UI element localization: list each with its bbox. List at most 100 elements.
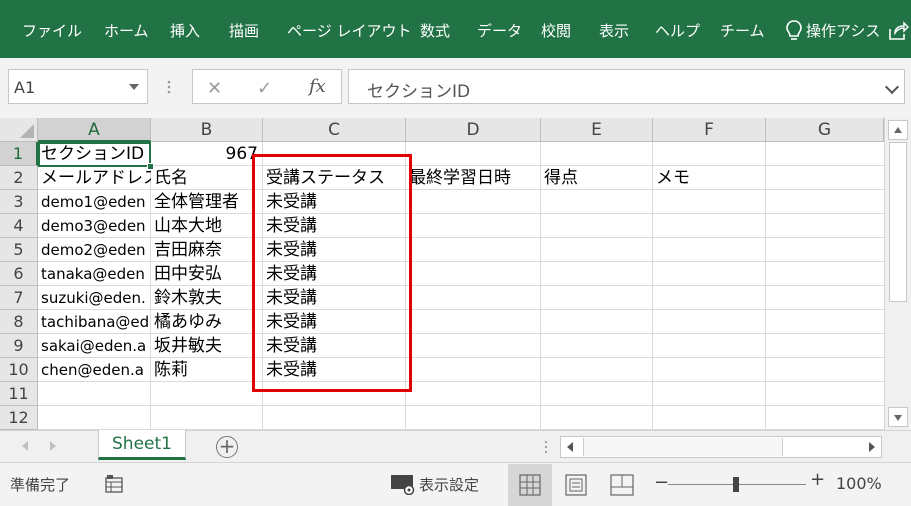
cell-b2[interactable]: 氏名 [151, 166, 262, 190]
cell-name[interactable]: 坂井敏夫 [151, 334, 262, 358]
enter-icon[interactable]: ✓ [257, 78, 272, 99]
worksheet-grid[interactable]: A B C D E F G 1 2 3 4 5 6 7 8 9 10 11 12 [0, 118, 884, 430]
row-header-8[interactable]: 8 [0, 310, 38, 334]
fill-handle[interactable] [147, 163, 154, 170]
lightbulb-icon[interactable] [784, 19, 804, 43]
share-icon[interactable] [887, 20, 909, 42]
tab-team[interactable]: チーム [720, 20, 765, 42]
arrow-down-icon [894, 415, 902, 421]
cell-f2[interactable]: メモ [653, 166, 765, 190]
tab-insert[interactable]: 挿入 [170, 20, 200, 42]
zoom-in-button[interactable]: + [810, 469, 825, 490]
display-settings-label[interactable]: 表示設定 [419, 474, 479, 495]
formula-input[interactable]: セクションID [348, 69, 905, 104]
tab-formulas[interactable]: 数式 [420, 20, 450, 42]
select-all-button[interactable] [0, 118, 38, 142]
row-header-1[interactable]: 1 [0, 142, 38, 166]
cell-name[interactable]: 田中安弘 [151, 262, 262, 286]
column-header-g[interactable]: G [766, 118, 884, 142]
cell-email[interactable]: suzuki@eden. [38, 286, 151, 310]
active-cell-cursor [38, 142, 154, 170]
row-header-11[interactable]: 11 [0, 382, 38, 406]
tab-page-layout[interactable]: ページ レイアウト [287, 20, 411, 42]
row-header-12[interactable]: 12 [0, 406, 38, 430]
macro-recording-icon[interactable] [104, 474, 124, 494]
tab-split-handle-icon[interactable] [545, 439, 547, 455]
normal-view-button[interactable] [508, 464, 552, 506]
column-header-e[interactable]: E [541, 118, 653, 142]
cell-name[interactable]: 吉田麻奈 [151, 238, 262, 262]
zoom-slider-thumb[interactable] [733, 477, 739, 492]
cell-name[interactable]: 山本大地 [151, 214, 262, 238]
status-bar: 準備完了 表示設定 − + 100% [0, 462, 911, 506]
row-header-5[interactable]: 5 [0, 238, 38, 262]
vertical-scrollbar[interactable] [884, 118, 911, 430]
cell-d2[interactable]: 最終学習日時 [406, 166, 540, 190]
column-header-c[interactable]: C [263, 118, 406, 142]
cell-name[interactable]: 全体管理者 [151, 190, 262, 214]
page-layout-view-button[interactable] [554, 464, 598, 506]
row-header-4[interactable]: 4 [0, 214, 38, 238]
cell-email[interactable]: chen@eden.a [38, 358, 151, 382]
scroll-up-button[interactable] [888, 120, 908, 140]
scroll-down-button[interactable] [888, 407, 908, 427]
row-header-2[interactable]: 2 [0, 166, 38, 190]
row-header-9[interactable]: 9 [0, 334, 38, 358]
gridline [765, 142, 766, 430]
scroll-left-icon[interactable] [567, 442, 573, 452]
row-header-7[interactable]: 7 [0, 286, 38, 310]
horizontal-scrollbar[interactable] [560, 436, 882, 458]
cell-email[interactable]: demo2@eden [38, 238, 151, 262]
cell-name[interactable]: 橘あゆみ [151, 310, 262, 334]
tab-help[interactable]: ヘルプ [655, 20, 700, 42]
chevron-down-icon[interactable] [129, 84, 139, 90]
row-header-3[interactable]: 3 [0, 190, 38, 214]
column-header-f[interactable]: F [653, 118, 766, 142]
cell-a2[interactable]: メールアドレス [38, 166, 151, 190]
tab-file[interactable]: ファイル [22, 20, 82, 42]
name-box[interactable]: A1 [8, 69, 148, 104]
formula-buttons: ✕ ✓ fx [192, 69, 342, 104]
display-settings-icon[interactable] [390, 473, 416, 495]
gridline [38, 405, 884, 406]
cell-name[interactable]: 鈴木敦夫 [151, 286, 262, 310]
vertical-scroll-thumb[interactable] [889, 142, 907, 302]
vertical-dots-icon [167, 80, 171, 94]
cell-email[interactable]: sakai@eden.a [38, 334, 151, 358]
sheet-nav-next-icon[interactable] [50, 441, 56, 451]
tell-me-search[interactable]: 操作アシス [806, 20, 880, 42]
select-all-triangle-icon [20, 124, 34, 138]
ribbon: ファイル ホーム 挿入 描画 ページ レイアウト 数式 データ 校閲 表示 ヘル… [0, 0, 911, 58]
column-header-b[interactable]: B [151, 118, 263, 142]
cell-email[interactable]: tanaka@eden [38, 262, 151, 286]
tab-draw[interactable]: 描画 [229, 20, 259, 42]
column-header-a[interactable]: A [38, 118, 151, 142]
zoom-percentage[interactable]: 100% [836, 474, 882, 493]
zoom-out-button[interactable]: − [654, 472, 669, 493]
tab-view[interactable]: 表示 [599, 20, 629, 42]
page-break-view-button[interactable] [600, 464, 644, 506]
arrow-up-icon [894, 127, 902, 133]
tab-data[interactable]: データ [477, 20, 522, 42]
cell-area[interactable]: セクションID 967 メールアドレス 氏名 受講ステータス 最終学習日時 得点… [38, 142, 884, 430]
row-header-10[interactable]: 10 [0, 358, 38, 382]
add-sheet-button[interactable]: + [216, 436, 238, 458]
cancel-icon[interactable]: ✕ [207, 78, 222, 99]
insert-function-button[interactable]: fx [309, 76, 326, 97]
row-header-6[interactable]: 6 [0, 262, 38, 286]
scroll-right-icon[interactable] [869, 442, 875, 452]
cell-email[interactable]: tachibana@ed [38, 310, 151, 334]
sheet-nav-prev-icon[interactable] [22, 441, 28, 451]
cell-e2[interactable]: 得点 [541, 166, 652, 190]
tab-review[interactable]: 校閲 [541, 20, 571, 42]
cell-b1[interactable]: 967 [151, 142, 262, 166]
sheet-tab-sheet1[interactable]: Sheet1 [98, 430, 186, 460]
tab-home[interactable]: ホーム [104, 20, 149, 42]
cell-email[interactable]: demo3@eden [38, 214, 151, 238]
expand-formula-bar-icon[interactable] [884, 79, 900, 95]
cell-email[interactable]: demo1@eden [38, 190, 151, 214]
column-header-d[interactable]: D [406, 118, 541, 142]
horizontal-scroll-thumb[interactable] [583, 438, 783, 456]
page-layout-icon [565, 474, 587, 496]
cell-name[interactable]: 陈莉 [151, 358, 262, 382]
